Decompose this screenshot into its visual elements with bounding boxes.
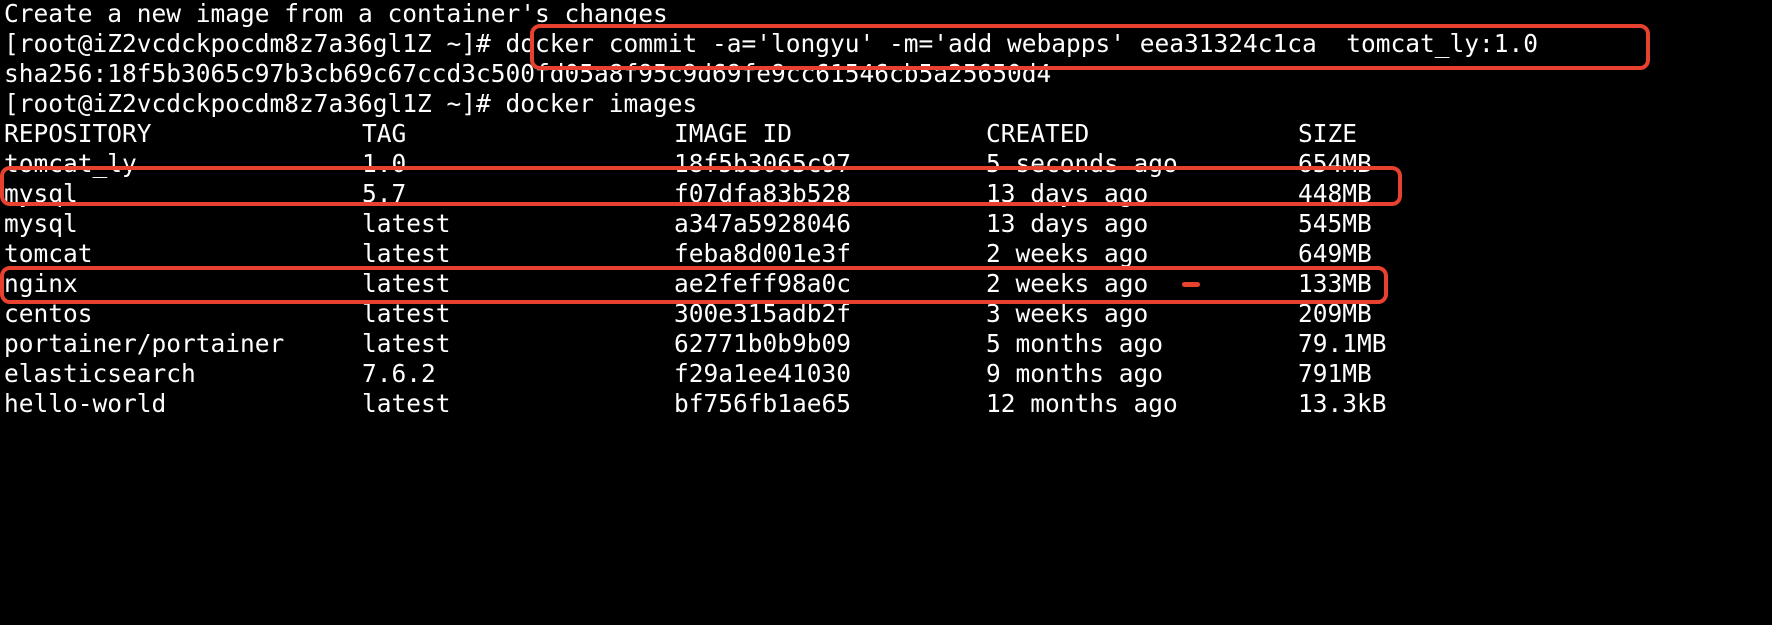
tag-cell: latest bbox=[362, 329, 451, 358]
table-row: portainer/portainer latest 62771b0b9b09 … bbox=[4, 327, 1504, 361]
table-header: REPOSITORY TAG IMAGE ID CREATED SIZE bbox=[4, 117, 1504, 151]
header-created: CREATED bbox=[986, 119, 1090, 148]
tomcat-ly-row-highlight bbox=[0, 166, 1402, 206]
size-cell: 79.1MB bbox=[1298, 329, 1387, 358]
commit-command-highlight bbox=[530, 24, 1650, 70]
tag-cell: latest bbox=[362, 389, 451, 418]
created-cell: 5 months ago bbox=[986, 329, 1164, 358]
repository-cell: hello-world bbox=[4, 389, 167, 418]
created-cell: 12 months ago bbox=[986, 389, 1178, 418]
tomcat-row-highlight bbox=[0, 266, 1388, 304]
size-cell: 13.3kB bbox=[1298, 389, 1387, 418]
header-image-id: IMAGE ID bbox=[674, 119, 793, 148]
terminal-command-line: [root@iZ2vcdckpocdm8z7a36gl1Z ~]# docker… bbox=[4, 87, 697, 121]
table-row: elasticsearch 7.6.2 f29a1ee41030 9 month… bbox=[4, 357, 1504, 391]
shell-prompt: [root@iZ2vcdckpocdm8z7a36gl1Z ~]# bbox=[4, 29, 506, 58]
annotation-dash bbox=[1182, 282, 1200, 287]
repository-cell: mysql bbox=[4, 209, 78, 238]
header-size: SIZE bbox=[1298, 119, 1358, 148]
created-cell: 9 months ago bbox=[986, 359, 1164, 388]
table-row: hello-world latest bf756fb1ae65 12 month… bbox=[4, 387, 1504, 421]
size-cell: 791MB bbox=[1298, 359, 1372, 388]
header-tag: TAG bbox=[362, 119, 407, 148]
tag-cell: latest bbox=[362, 209, 451, 238]
image-id-cell: 62771b0b9b09 bbox=[674, 329, 852, 358]
image-id-cell: a347a5928046 bbox=[674, 209, 852, 238]
image-id-cell: f29a1ee41030 bbox=[674, 359, 852, 388]
table-row: mysql latest a347a5928046 13 days ago 54… bbox=[4, 207, 1504, 241]
tag-cell: 7.6.2 bbox=[362, 359, 436, 388]
size-cell: 545MB bbox=[1298, 209, 1372, 238]
repository-cell: portainer/portainer bbox=[4, 329, 285, 358]
terminal-window[interactable]: Create a new image from a container's ch… bbox=[0, 0, 1772, 468]
image-id-cell: bf756fb1ae65 bbox=[674, 389, 852, 418]
docker-images-command: docker images bbox=[505, 89, 698, 118]
repository-cell: elasticsearch bbox=[4, 359, 196, 388]
shell-prompt: [root@iZ2vcdckpocdm8z7a36gl1Z ~]# bbox=[4, 89, 506, 118]
created-cell: 13 days ago bbox=[986, 209, 1149, 238]
header-repository: REPOSITORY bbox=[4, 119, 152, 148]
